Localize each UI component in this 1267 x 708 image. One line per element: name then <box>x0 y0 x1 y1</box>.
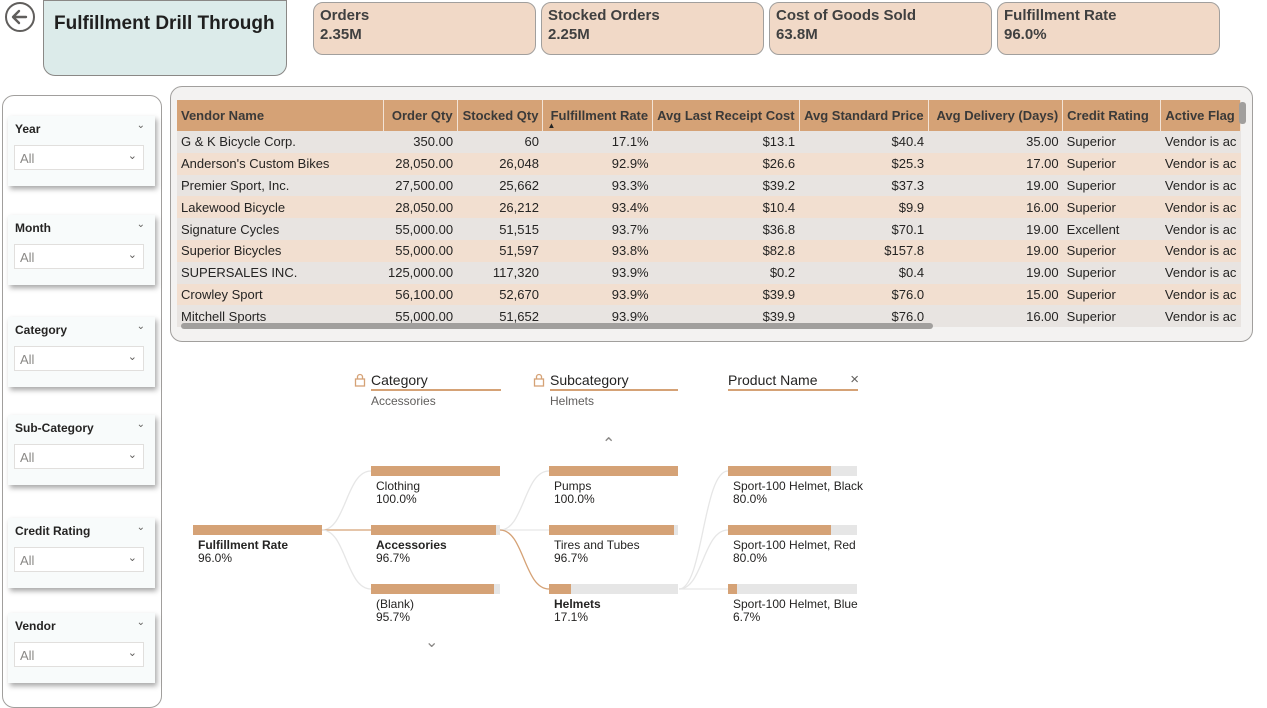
tree-node-label[interactable]: Sport-100 Helmet, Blue 6.7% <box>733 598 858 624</box>
tree-node-bar-fill <box>549 525 674 535</box>
tree-node-value: 96.7% <box>554 551 589 565</box>
tree-node-bar[interactable] <box>728 584 857 594</box>
tree-node-name: Tires and Tubes <box>554 538 640 552</box>
chevron-up-icon[interactable]: ⌃ <box>602 434 615 454</box>
tree-node-name: (Blank) <box>376 597 415 611</box>
tree-node-bar-fill <box>371 584 495 594</box>
tree-node-name: Sport-100 Helmet, Blue <box>733 597 858 611</box>
tree-node-value: 100.0% <box>554 492 595 506</box>
tree-node-label[interactable]: (Blank) 95.7% <box>376 598 414 624</box>
tree-node-bar[interactable] <box>371 584 500 594</box>
tree-node-value: 6.7% <box>733 610 761 624</box>
tree-node-bar-fill <box>728 525 832 535</box>
tree-node-bar[interactable] <box>371 525 500 535</box>
tree-node-bar-fill <box>728 584 737 594</box>
tree-node-name: Sport-100 Helmet, Red <box>733 538 856 552</box>
tree-node-label[interactable]: Helmets 17.1% <box>554 598 601 624</box>
tree-node-label[interactable]: Accessories 96.7% <box>376 539 447 565</box>
tree-node-name: Sport-100 Helmet, Black <box>733 479 864 493</box>
tree-node-label[interactable]: Tires and Tubes 96.7% <box>554 539 640 565</box>
tree-node-bar[interactable] <box>549 466 678 476</box>
tree-connectors <box>321 470 729 590</box>
tree-node-bar[interactable] <box>371 466 500 476</box>
tree-node-name: Pumps <box>554 479 592 493</box>
tree-node-label[interactable]: Fulfillment Rate 96.0% <box>198 539 288 565</box>
tree-node-bar-fill <box>549 466 678 476</box>
tree-node-bar[interactable] <box>193 525 322 535</box>
tree-node-bar-fill <box>193 525 322 535</box>
tree-node-label[interactable]: Pumps 100.0% <box>554 480 595 506</box>
tree-node-bar[interactable] <box>549 525 678 535</box>
tree-node-bar-fill <box>371 466 500 476</box>
tree-node-label[interactable]: Sport-100 Helmet, Black 80.0% <box>733 480 863 506</box>
tree-node-label[interactable]: Sport-100 Helmet, Red 80.0% <box>733 539 856 565</box>
tree-node-value: 17.1% <box>554 610 589 624</box>
chevron-down-icon[interactable]: ⌄ <box>425 632 438 652</box>
tree-node-label[interactable]: Clothing 100.0% <box>376 480 420 506</box>
tree-node-name: Helmets <box>554 597 601 611</box>
tree-node-value: 80.0% <box>733 492 768 506</box>
tree-node-value: 96.0% <box>198 551 233 565</box>
tree-node-bar-fill <box>549 584 572 594</box>
tree-node-bar[interactable] <box>728 525 857 535</box>
tree-node-value: 100.0% <box>376 492 417 506</box>
tree-node-bar[interactable] <box>549 584 678 594</box>
tree-node-bar-fill <box>728 466 832 476</box>
tree-node-value: 95.7% <box>376 610 411 624</box>
tree-node-name: Accessories <box>376 538 447 552</box>
tree-node-bar[interactable] <box>728 466 857 476</box>
tree-node-name: Fulfillment Rate <box>198 538 289 552</box>
tree-node-bar-fill <box>371 525 496 535</box>
tree-node-value: 80.0% <box>733 551 768 565</box>
tree-node-value: 96.7% <box>376 551 411 565</box>
tree-node-name: Clothing <box>376 479 421 493</box>
